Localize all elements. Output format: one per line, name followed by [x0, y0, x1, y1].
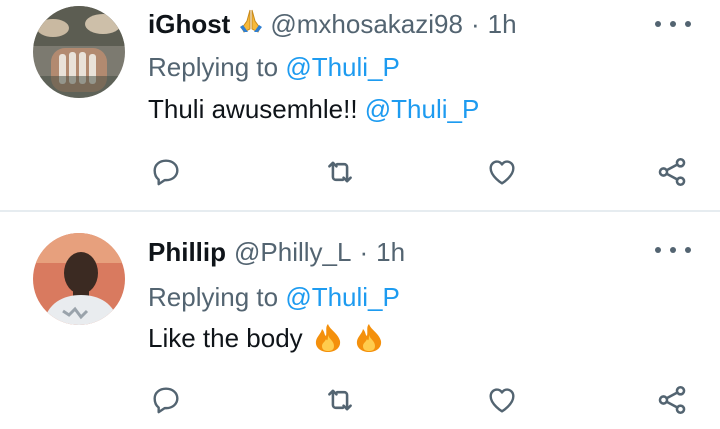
more-icon[interactable] — [655, 240, 691, 260]
avatar[interactable] — [33, 233, 125, 325]
like-button[interactable] — [482, 152, 522, 192]
tweet-text: Like the body — [148, 323, 385, 360]
separator-dot: · — [359, 236, 369, 267]
tweet-header: iGhost @mxhosakazi98 · 1h — [148, 7, 517, 41]
like-icon — [489, 388, 515, 413]
replying-label: Replying to — [148, 282, 279, 312]
handle[interactable]: @Philly_L — [234, 237, 351, 268]
share-button[interactable] — [652, 152, 692, 192]
tweet-body: Like the body — [148, 323, 303, 353]
like-button[interactable] — [482, 380, 522, 420]
retweet-button[interactable] — [320, 380, 360, 420]
replying-to-mention[interactable]: @Thuli_P — [285, 52, 400, 82]
tweet-2[interactable]: Phillip @Philly_L · 1h Replying to @Thul… — [0, 213, 720, 429]
more-icon[interactable] — [655, 14, 691, 34]
replying-to-mention[interactable]: @Thuli_P — [285, 282, 400, 312]
retweet-button[interactable] — [320, 152, 360, 192]
timestamp[interactable]: 1h — [488, 9, 517, 40]
tweet-text: Thuli awusemhle!! @Thuli_P — [148, 94, 479, 125]
timestamp[interactable]: 1h — [376, 237, 405, 268]
display-name[interactable]: iGhost — [148, 9, 230, 40]
replying-to-line: Replying to @Thuli_P — [148, 282, 400, 313]
display-name[interactable]: Phillip — [148, 237, 226, 268]
reply-icon — [153, 387, 179, 414]
fire-emoji-icon — [312, 323, 344, 360]
replying-label: Replying to — [148, 52, 279, 82]
tweet-divider — [0, 210, 720, 212]
tweet-mention[interactable]: @Thuli_P — [365, 94, 480, 124]
like-icon — [489, 160, 515, 185]
retweet-icon — [328, 161, 352, 183]
avatar[interactable] — [33, 6, 125, 98]
tweet-1[interactable]: iGhost @mxhosakazi98 · 1h Replying to @T… — [0, 0, 720, 210]
tweet-body: Thuli awusemhle!! — [148, 94, 358, 124]
reply-button[interactable] — [146, 152, 186, 192]
reply-button[interactable] — [146, 380, 186, 420]
handle[interactable]: @mxhosakazi98 — [270, 9, 463, 40]
separator-dot: · — [470, 8, 480, 39]
action-bar — [0, 380, 720, 420]
share-icon — [658, 385, 686, 415]
praying-hands-emoji-icon — [238, 8, 264, 41]
tweet-header: Phillip @Philly_L · 1h — [148, 235, 405, 269]
retweet-icon — [328, 389, 352, 411]
replying-to-line: Replying to @Thuli_P — [148, 52, 400, 83]
fire-emoji-icon — [353, 323, 385, 360]
share-button[interactable] — [652, 380, 692, 420]
share-icon — [658, 157, 686, 187]
reply-icon — [153, 159, 179, 186]
action-bar — [0, 152, 720, 192]
